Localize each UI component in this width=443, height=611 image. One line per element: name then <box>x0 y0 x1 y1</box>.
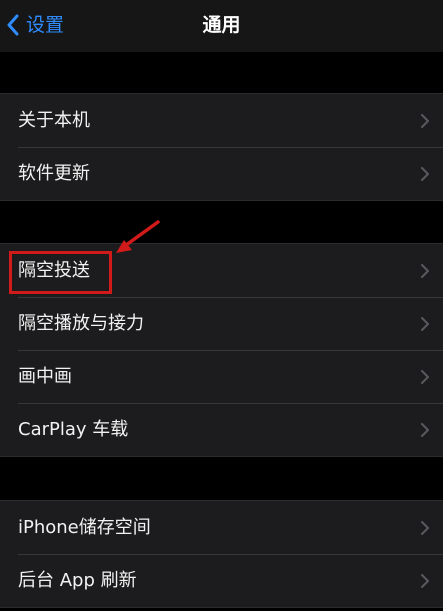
list-item-carplay[interactable]: CarPlay 车载 <box>0 403 443 456</box>
chevron-right-icon <box>421 264 429 278</box>
chevron-right-icon <box>421 574 429 588</box>
list-item-label: 隔空播放与接力 <box>18 313 144 334</box>
highlight-box <box>9 251 112 294</box>
chevron-right-icon <box>421 423 429 437</box>
list-item-label: 画中画 <box>18 366 72 387</box>
chevron-right-icon <box>421 370 429 384</box>
list-item-software-update[interactable]: 软件更新 <box>0 147 443 200</box>
list-item-iphone-storage[interactable]: iPhone储存空间 <box>0 501 443 554</box>
list-item-about[interactable]: 关于本机 <box>0 94 443 147</box>
annotation-arrow-icon <box>116 220 160 253</box>
list-item-label: 关于本机 <box>18 110 90 131</box>
settings-group-storage: iPhone储存空间 后台 App 刷新 <box>0 500 443 608</box>
list-item-background-app-refresh[interactable]: 后台 App 刷新 <box>0 554 443 607</box>
list-item-label: 后台 App 刷新 <box>18 570 137 591</box>
chevron-right-icon <box>421 317 429 331</box>
chevron-right-icon <box>421 114 429 128</box>
page-title: 通用 <box>202 14 241 36</box>
list-item-airplay-handoff[interactable]: 隔空播放与接力 <box>0 297 443 350</box>
list-item-label: iPhone储存空间 <box>18 517 151 538</box>
chevron-right-icon <box>421 167 429 181</box>
list-item-label: 软件更新 <box>18 163 90 184</box>
list-item-picture-in-picture[interactable]: 画中画 <box>0 350 443 403</box>
settings-group-about: 关于本机 软件更新 <box>0 93 443 201</box>
list-item-label: CarPlay 车载 <box>18 419 129 440</box>
chevron-right-icon <box>421 521 429 535</box>
navigation-bar: 设置 通用 <box>0 0 443 52</box>
